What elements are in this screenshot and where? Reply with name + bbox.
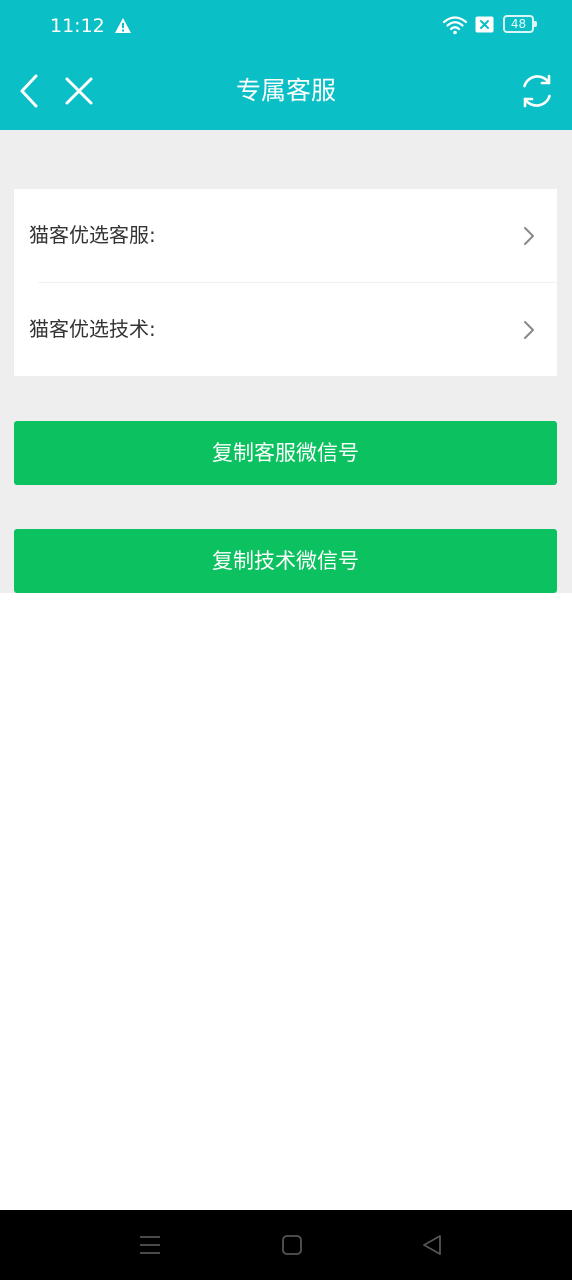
menu-icon[interactable] xyxy=(139,1234,161,1256)
home-icon[interactable] xyxy=(281,1234,303,1256)
copy-tech-wechat-button[interactable]: 复制技术微信号 xyxy=(14,529,557,593)
battery-icon: 48 xyxy=(503,15,537,33)
copy-service-wechat-button[interactable]: 复制客服微信号 xyxy=(14,421,557,485)
app-header: 11:12 48 专属客服 xyxy=(0,0,572,130)
status-time: 11:12 xyxy=(50,15,105,37)
back-icon[interactable] xyxy=(14,72,44,110)
signal-off-icon xyxy=(475,16,494,33)
system-nav-bar xyxy=(0,1210,572,1280)
list-item-service[interactable]: 猫客优选客服: xyxy=(14,189,557,283)
battery-level: 48 xyxy=(510,17,527,31)
close-icon[interactable] xyxy=(62,74,96,108)
list-item-label: 猫客优选技术: xyxy=(29,317,156,341)
list-item-tech[interactable]: 猫客优选技术: xyxy=(14,283,557,376)
chevron-right-icon xyxy=(524,227,534,245)
back-triangle-icon[interactable] xyxy=(421,1234,443,1256)
contact-list: 猫客优选客服: 猫客优选技术: xyxy=(14,189,557,376)
alert-icon xyxy=(115,18,131,33)
chevron-right-icon xyxy=(524,321,534,339)
wifi-icon xyxy=(443,16,467,35)
content-area: 猫客优选客服: 猫客优选技术: 复制客服微信号 复制技术微信号 xyxy=(0,130,572,593)
refresh-icon[interactable] xyxy=(518,72,556,110)
screen: 11:12 48 专属客服 猫客优选客服: 猫客优选技术: 复制客服微信号 复制… xyxy=(0,0,572,1280)
list-item-label: 猫客优选客服: xyxy=(29,223,156,247)
